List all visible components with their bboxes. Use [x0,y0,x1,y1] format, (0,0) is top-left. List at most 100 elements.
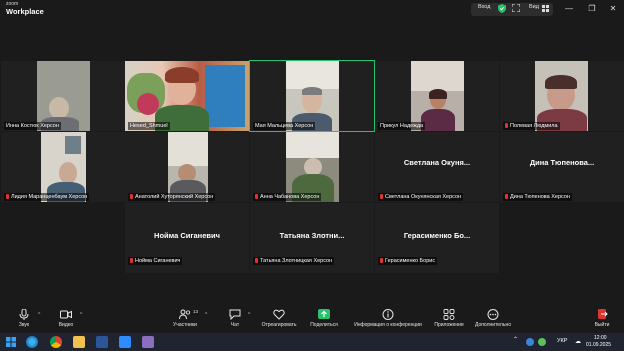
language-indicator[interactable]: УКР [557,338,567,344]
participant-name: Анатолий Хуторянский Херсон [128,193,216,201]
participant-name: Герасименко Борис [378,257,438,265]
close-icon[interactable]: ✕ [607,3,619,15]
windows-taskbar: ⌃ УКР ☁ 12:00 01.09.2025 [0,333,624,351]
video-options-chevron-icon[interactable]: ^ [80,312,82,318]
participant-tile-no-video[interactable]: Дина Тюпенова... Дина Тюпенова Херсон [500,132,624,202]
audio-options-chevron-icon[interactable]: ^ [38,312,40,318]
chat-icon [229,309,241,320]
chrome-icon[interactable] [50,336,62,348]
participant-tile-no-video[interactable]: Нойма Сиганевич Нойма Сиганевич [125,203,249,273]
file-explorer-icon[interactable] [73,336,85,348]
participant-tile-no-video[interactable]: Герасименко Бо... Герасименко Борис [375,203,499,273]
apps-label: Приложения [434,322,464,328]
participant-tile[interactable]: Прикул Надежда [375,61,499,131]
mic-muted-icon [255,258,258,263]
participant-name-text: Дина Тюпенова Херсон [510,194,570,200]
share-button[interactable]: Поделиться [306,309,342,328]
participant-display-name: Дина Тюпенова... [529,158,595,167]
participant-tile[interactable]: Hesed_Shmuel [125,61,249,131]
tray-app-icon[interactable] [538,338,546,346]
participant-video [37,61,90,131]
tray-chevron-icon[interactable]: ⌃ [513,336,518,343]
app-taskbar-icon[interactable] [142,336,154,348]
video-button[interactable]: Видео [56,309,76,328]
participant-name-text: Анна Чабанова Херсон [260,194,320,200]
react-button[interactable]: Отреагировать [258,309,300,328]
chat-options-chevron-icon[interactable]: ^ [248,312,250,318]
leave-button[interactable]: Выйти [591,309,613,328]
audio-button[interactable]: Звук [14,309,34,328]
view-grid-icon[interactable] [542,5,549,12]
video-label: Видео [58,322,74,328]
minimize-icon[interactable]: — [563,3,575,15]
apps-button[interactable]: Приложения [431,309,467,328]
apps-icon [443,309,455,320]
participant-name-text: Нойма Сиганевич [135,258,181,264]
sign-in-button[interactable]: Вход [478,4,490,10]
participant-video [535,61,588,131]
meeting-info-button[interactable]: Информация о конференции [349,309,427,328]
participant-tile[interactable]: Инна Костюк Херсон [1,61,125,131]
participant-display-name: Нойма Сиганевич [154,231,220,240]
mic-muted-icon [130,194,133,199]
leave-icon [598,309,608,319]
participant-tile[interactable]: Лидия Маранценбаум Херсон [1,132,125,202]
more-icon [487,309,499,320]
mic-muted-icon [380,194,383,199]
participant-video [286,61,339,131]
mic-muted-icon [505,194,508,199]
view-button[interactable]: Вид [529,4,539,10]
shield-icon[interactable] [498,4,506,13]
share-label: Поделиться [310,322,338,328]
mic-muted-icon [130,258,133,263]
expand-icon[interactable] [512,4,520,12]
network-icon[interactable]: ☁ [575,338,581,345]
participant-tile[interactable]: Полевая Людмила [500,61,624,131]
participant-name-text: Татьяна Злотницкая Херсон [260,258,333,264]
participant-name: Лидия Маранценбаум Херсон [4,193,90,201]
word-icon[interactable] [96,336,108,348]
participants-label: Участники [173,322,197,328]
info-icon [382,309,394,320]
participant-video [286,132,339,202]
participant-video [168,132,208,202]
edge-icon[interactable] [26,336,38,348]
tray-app-icon[interactable] [526,338,534,346]
clock-time[interactable]: 12:00 [594,335,607,341]
title-bar: zoom Workplace Вход Вид — ❐ ✕ [0,0,624,19]
microphone-icon [19,309,29,320]
windows-start-icon[interactable] [6,337,16,347]
zoom-logo: zoom Workplace [6,2,44,16]
participant-tile-no-video[interactable]: Татьяна Злотни... Татьяна Злотницкая Хер… [250,203,374,273]
logo-product: Workplace [6,7,44,16]
more-button[interactable]: Дополнительно [470,309,516,328]
participant-tile-no-video[interactable]: Светлана Окуня... Светлана Окунянская Хе… [375,132,499,202]
participants-options-chevron-icon[interactable]: ^ [205,312,207,318]
chat-button[interactable]: Чат [227,309,243,328]
mic-muted-icon [6,194,9,199]
video-gallery: Инна Костюк Херсон Hesed_Shmuel Мая Маль… [0,19,624,306]
participant-display-name: Татьяна Злотни... [279,231,345,240]
chat-label: Чат [230,322,240,328]
leave-label: Выйти [594,322,610,328]
participant-name-text: Герасименко Борис [385,258,436,264]
participant-video [125,61,249,131]
participant-name: Инна Костюк Херсон [4,122,61,130]
zoom-taskbar-icon[interactable] [119,336,131,348]
participant-video [41,132,86,202]
participant-name: Дина Тюпенова Херсон [503,193,572,201]
participant-tile-active[interactable]: Мая Мальцева Херсон [249,60,375,132]
participant-name: Полевая Людмила [503,122,560,130]
participant-tile[interactable]: Анатолий Хуторянский Херсон [125,132,249,202]
mic-muted-icon [380,258,383,263]
participants-icon [179,309,191,320]
clock-date[interactable]: 01.09.2025 [586,342,611,348]
maximize-icon[interactable]: ❐ [586,3,598,15]
share-screen-icon [318,309,330,319]
participant-name-text: Лидия Маранценбаум Херсон [11,194,88,200]
react-label: Отреагировать [261,322,297,328]
meeting-controls: Звук ^ Видео ^ Участники 13 ^ Чат ^ Отре… [0,306,624,333]
participant-tile[interactable]: Анна Чабанова Херсон [250,132,374,202]
participant-name: Анна Чабанова Херсон [253,193,322,201]
camera-icon [60,310,72,319]
